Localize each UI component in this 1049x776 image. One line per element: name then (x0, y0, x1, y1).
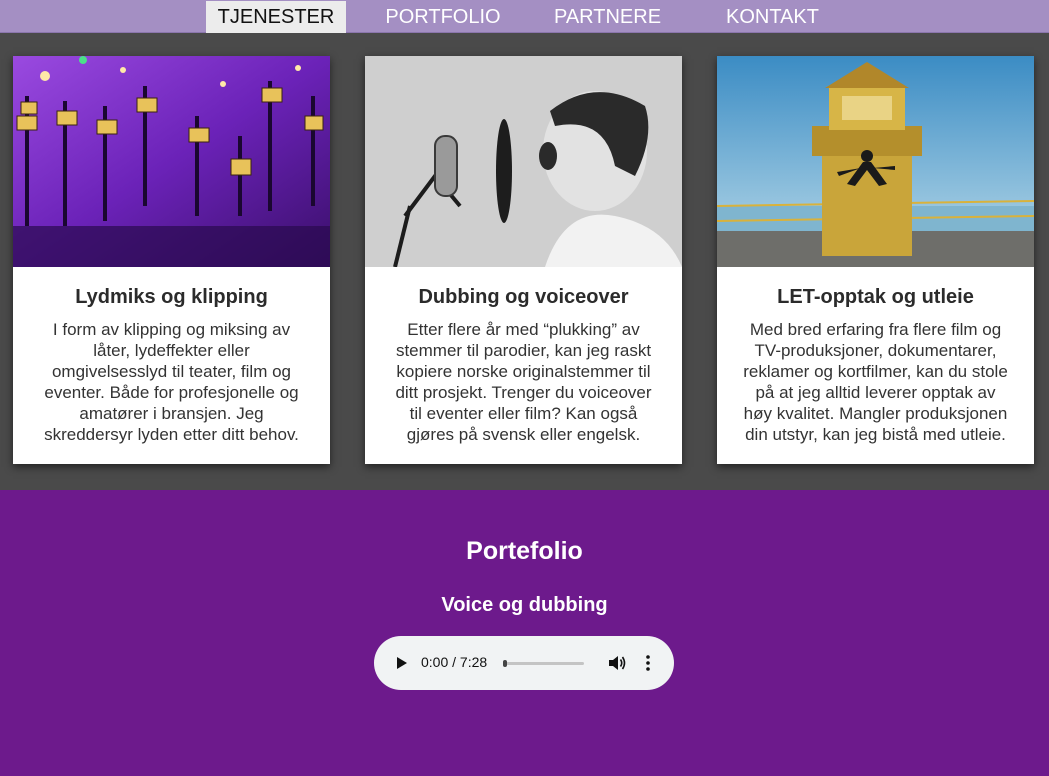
mixing-console-image (13, 56, 330, 267)
services-section: Lydmiks og klipping I form av klipping o… (0, 33, 1049, 490)
service-description: I form av klipping og miksing av låter, … (44, 320, 299, 444)
nav-item-portfolio[interactable]: PORTFOLIO (368, 1, 518, 33)
audio-seek-bar[interactable] (503, 660, 584, 667)
service-title: Dubbing og voiceover (418, 286, 629, 308)
service-title: LET-opptak og utleie (777, 286, 974, 308)
service-card-mixing: Lydmiks og klipping I form av klipping o… (13, 56, 330, 464)
service-card-recording: LET-opptak og utleie Med bred erfaring f… (717, 56, 1034, 464)
service-card-dubbing: Dubbing og voiceover Etter flere år med … (365, 56, 682, 464)
top-navigation: TJENESTER PORTFOLIO PARTNERE KONTAKT (0, 0, 1049, 33)
audio-seek-handle[interactable] (503, 660, 507, 667)
audio-player[interactable]: 0:00 / 7:28 (374, 636, 674, 690)
lighthouse-image (717, 56, 1034, 267)
service-title: Lydmiks og klipping (75, 286, 268, 308)
nav-item-kontakt[interactable]: KONTAKT (700, 1, 845, 33)
play-icon[interactable] (396, 656, 408, 670)
service-description: Etter flere år med “plukking” av stemmer… (395, 320, 652, 444)
portfolio-subtitle: Voice og dubbing (441, 594, 608, 616)
nav-item-tjenester[interactable]: TJENESTER (206, 1, 346, 33)
boy-microphone-image (365, 56, 682, 267)
service-description: Med bred erfaring fra flere film og TV-p… (743, 320, 1008, 444)
volume-icon[interactable] (608, 655, 626, 671)
audio-time: 0:00 / 7:28 (421, 654, 488, 670)
more-options-icon[interactable] (645, 655, 651, 671)
portfolio-title: Portefolio (466, 537, 583, 565)
nav-item-partnere[interactable]: PARTNERE (535, 1, 680, 33)
